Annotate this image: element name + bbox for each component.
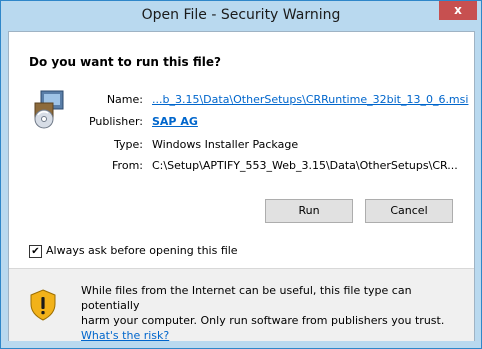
checkmark-icon: ✔ [31, 246, 40, 257]
cancel-button[interactable]: Cancel [365, 199, 453, 223]
close-button[interactable]: x [439, 1, 477, 20]
warning-panel: While files from the Internet can be use… [9, 268, 474, 343]
from-value: C:\Setup\APTIFY_553_Web_3.15\Data\OtherS… [152, 159, 458, 172]
always-ask-label[interactable]: Always ask before opening this file [46, 244, 238, 257]
warning-text: While files from the Internet can be use… [81, 283, 461, 343]
file-name-link[interactable]: ...b_3.15\Data\OtherSetups\CRRuntime_32b… [152, 93, 468, 106]
dialog-body: Do you want to run this file? Name: ...b… [8, 31, 475, 343]
window-title: Open File - Security Warning [141, 7, 341, 23]
whats-the-risk-link[interactable]: What's the risk? [81, 328, 461, 343]
type-value: Windows Installer Package [152, 138, 299, 151]
shield-warning-icon [30, 289, 56, 321]
dialog-question: Do you want to run this file? [29, 55, 221, 69]
publisher-link[interactable]: SAP AG [152, 115, 198, 128]
warning-line-1: While files from the Internet can be use… [81, 284, 412, 312]
close-icon: x [454, 3, 462, 17]
warning-line-2: harm your computer. Only run software fr… [81, 314, 445, 327]
run-button[interactable]: Run [265, 199, 353, 223]
type-label: Type: [114, 138, 143, 151]
from-label: From: [112, 159, 143, 172]
name-label: Name: [106, 93, 143, 106]
title-bar[interactable]: Open File - Security Warning x [1, 1, 481, 31]
dialog-window: Open File - Security Warning x Do you wa… [0, 0, 482, 349]
always-ask-checkbox[interactable]: ✔ [29, 245, 42, 258]
publisher-label: Publisher: [88, 115, 143, 128]
